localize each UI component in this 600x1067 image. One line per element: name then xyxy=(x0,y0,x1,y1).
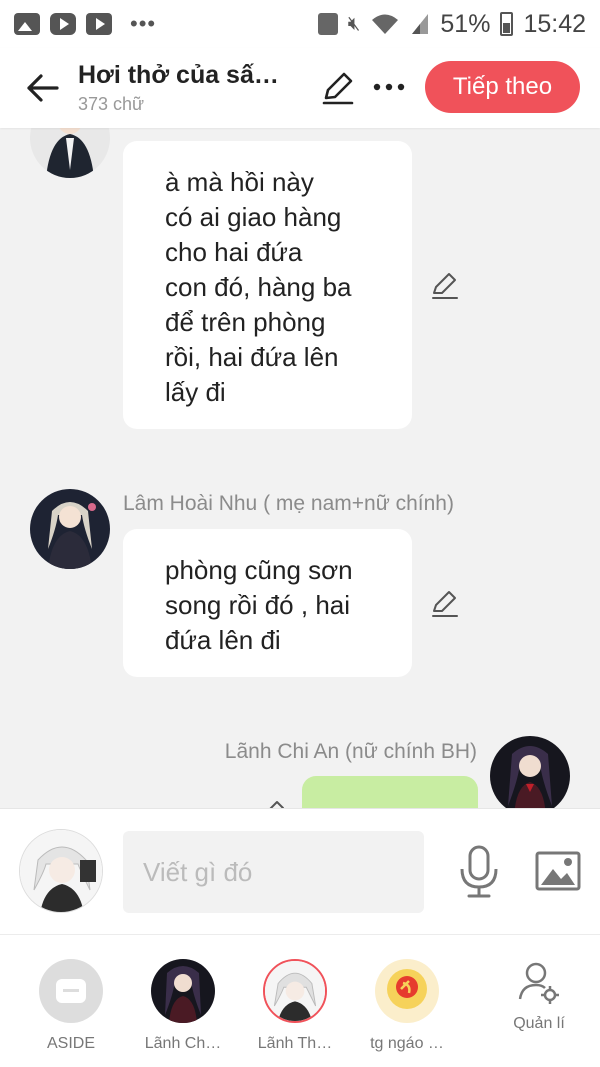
speaker-name: Lãnh Chi An (nữ chính BH) xyxy=(224,740,477,763)
avatar xyxy=(263,959,327,1023)
character-switcher-bar: ASIDE Lãnh Ch… Lãnh Th… tg ngáo … Quản l… xyxy=(0,934,600,1067)
app-header: Hơi thở của sấ… 373 chữ Tiếp theo xyxy=(0,48,600,128)
battery-icon xyxy=(500,12,514,36)
avatar xyxy=(151,959,215,1023)
microphone-icon xyxy=(460,845,498,898)
message-bubble[interactable]: phòng cũng sơn song rồi đó , hai đứa lên… xyxy=(123,529,412,677)
speaker-name: Lâm Hoài Nhu ( mẹ nam+nữ chính) xyxy=(123,492,454,515)
signal-icon xyxy=(410,12,430,36)
tab-label: Lãnh Ch… xyxy=(144,1035,222,1052)
pencil-icon xyxy=(432,591,458,617)
word-count: 373 chữ xyxy=(78,94,145,114)
edit-message-button[interactable] xyxy=(430,588,460,618)
story-title: Hơi thở của sấ… xyxy=(78,61,279,89)
avatar[interactable] xyxy=(30,128,110,178)
pencil-icon xyxy=(322,72,354,105)
image-icon xyxy=(535,851,581,891)
pencil-icon xyxy=(269,801,284,808)
voice-button[interactable] xyxy=(458,845,500,899)
clock: 15:42 xyxy=(523,9,586,38)
battery-saver-icon xyxy=(317,13,338,35)
battery-percent: 51% xyxy=(440,9,491,38)
insert-image-button[interactable] xyxy=(535,851,581,891)
video-icon xyxy=(50,13,76,35)
message-bubble[interactable] xyxy=(302,776,478,808)
pencil-icon xyxy=(432,273,458,299)
character-tab[interactable]: Lãnh Ch… xyxy=(133,959,233,1053)
edit-title-button[interactable] xyxy=(320,70,356,106)
status-bar: ••• 🔇︎ 51% 15:42 xyxy=(0,0,600,48)
edit-message-button[interactable] xyxy=(430,270,460,300)
tab-label: Quản lí xyxy=(513,1015,565,1032)
more-dots-icon xyxy=(373,83,405,91)
youtube-icon xyxy=(86,13,112,35)
aside-tab[interactable]: ASIDE xyxy=(21,959,121,1053)
next-button[interactable]: Tiếp theo xyxy=(425,61,580,113)
tab-label: tg ngáo … xyxy=(370,1035,444,1052)
edit-message-button[interactable] xyxy=(258,798,288,808)
manage-tab[interactable]: Quản lí xyxy=(489,959,589,1033)
gallery-icon xyxy=(14,13,40,35)
tab-label: ASIDE xyxy=(46,1035,95,1052)
current-character-avatar[interactable] xyxy=(19,829,103,913)
character-tab[interactable]: tg ngáo … xyxy=(357,959,457,1053)
more-dots-icon: ••• xyxy=(130,11,157,36)
more-options-button[interactable] xyxy=(372,72,406,102)
aside-icon xyxy=(39,959,103,1023)
back-arrow-icon xyxy=(27,74,59,102)
chat-area[interactable]: à mà hồi này có ai giao hàng cho hai đứa… xyxy=(0,128,600,808)
avatar xyxy=(375,959,439,1023)
character-tab[interactable]: Lãnh Th… xyxy=(245,959,345,1053)
mute-icon: 🔇︎ xyxy=(347,12,361,35)
avatar[interactable] xyxy=(490,736,570,808)
wifi-icon xyxy=(370,12,400,36)
manage-user-icon xyxy=(514,959,564,1009)
composer xyxy=(0,808,600,934)
message-bubble[interactable]: à mà hồi này có ai giao hàng cho hai đứa… xyxy=(123,141,412,429)
message-input[interactable] xyxy=(123,831,424,913)
tab-label: Lãnh Th… xyxy=(257,1035,333,1052)
avatar[interactable] xyxy=(30,489,110,569)
back-button[interactable] xyxy=(22,68,62,108)
